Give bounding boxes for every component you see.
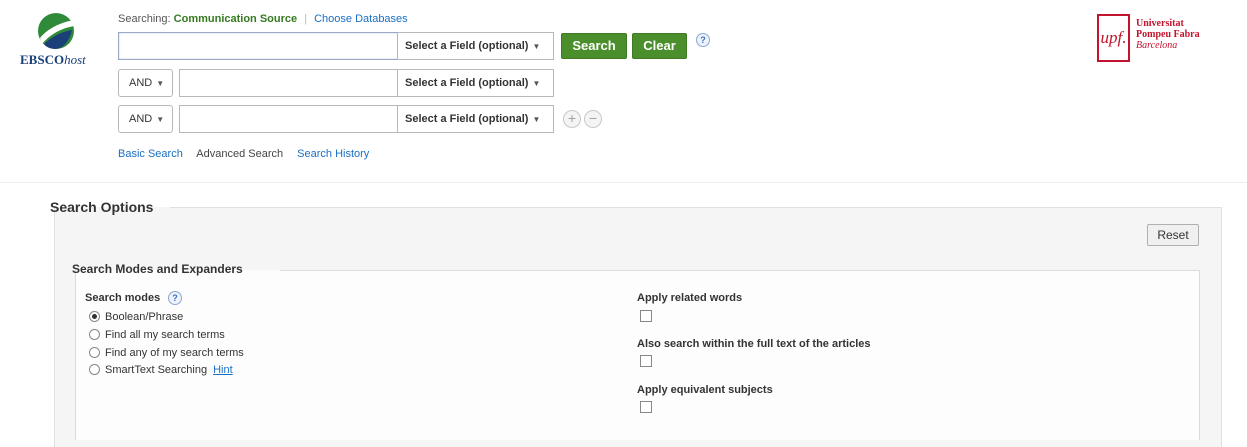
search-term-input-2[interactable] bbox=[179, 69, 398, 97]
search-options-title: Search Options bbox=[50, 199, 154, 215]
database-name: Communication Source bbox=[173, 13, 298, 25]
help-icon[interactable]: ? bbox=[696, 33, 710, 47]
institution-name-line2: Pompeu Fabra bbox=[1136, 29, 1200, 40]
add-row-button[interactable]: + bbox=[563, 110, 581, 128]
caret-down-icon: ▼ bbox=[532, 79, 541, 88]
smarttext-hint-link[interactable]: Hint bbox=[213, 364, 233, 376]
field-select-2[interactable]: Select a Field (optional) ▼ bbox=[397, 69, 554, 97]
caret-down-icon: ▼ bbox=[532, 42, 541, 51]
institution-name: Universitat Pompeu Fabra Barcelona bbox=[1136, 18, 1200, 51]
institution-name-line1: Universitat bbox=[1136, 18, 1184, 29]
expander-label-full-text: Also search within the full text of the … bbox=[637, 338, 871, 350]
field-select-label: Select a Field (optional) bbox=[405, 113, 529, 125]
clear-button[interactable]: Clear bbox=[632, 33, 687, 59]
search-term-input-3[interactable] bbox=[179, 105, 398, 133]
choose-databases-link[interactable]: Choose Databases bbox=[314, 13, 408, 25]
radio-icon[interactable] bbox=[89, 364, 100, 375]
boolean-operator-label: AND bbox=[129, 77, 153, 89]
boolean-operator-select-3[interactable]: AND ▼ bbox=[118, 105, 173, 133]
mode-option-find-all[interactable]: Find all my search terms bbox=[89, 329, 225, 343]
institution-logo: upf. Universitat Pompeu Fabra Barcelona bbox=[1097, 14, 1223, 62]
ebscohost-wordmark: EBSCOhost bbox=[20, 52, 86, 67]
ebsco-globe-icon bbox=[38, 13, 74, 49]
institution-city: Barcelona bbox=[1136, 40, 1178, 51]
search-history-link[interactable]: Search History bbox=[297, 148, 369, 160]
search-options-rule bbox=[170, 207, 1222, 208]
basic-search-link[interactable]: Basic Search bbox=[118, 148, 183, 160]
search-modes-help-icon[interactable]: ? bbox=[168, 291, 182, 305]
field-select-label: Select a Field (optional) bbox=[405, 40, 529, 52]
advanced-search-current: Advanced Search bbox=[196, 148, 284, 160]
search-mode-links: Basic Search Advanced Search Search Hist… bbox=[118, 148, 380, 160]
mode-option-smarttext[interactable]: SmartText Searching Hint bbox=[89, 364, 233, 378]
searching-label: Searching: bbox=[118, 13, 171, 25]
field-select-label: Select a Field (optional) bbox=[405, 77, 529, 89]
equivalent-subjects-checkbox[interactable] bbox=[640, 401, 652, 413]
search-modes-rule bbox=[280, 270, 1200, 271]
field-select-3[interactable]: Select a Field (optional) ▼ bbox=[397, 105, 554, 133]
full-text-checkbox[interactable] bbox=[640, 355, 652, 367]
mode-option-boolean-phrase[interactable]: Boolean/Phrase bbox=[89, 311, 183, 325]
caret-down-icon: ▼ bbox=[156, 115, 165, 124]
upf-mark: upf. bbox=[1097, 14, 1130, 62]
mode-option-label: Boolean/Phrase bbox=[105, 311, 184, 323]
expander-label-related-words: Apply related words bbox=[637, 292, 743, 304]
mode-option-label: Find any of my search terms bbox=[105, 347, 244, 359]
search-modes-label: Search modes bbox=[85, 292, 161, 304]
boolean-operator-label: AND bbox=[129, 113, 153, 125]
searching-databases-line: Searching: Communication Source | Choose… bbox=[118, 13, 408, 25]
radio-icon[interactable] bbox=[89, 347, 100, 358]
mode-option-label: SmartText Searching bbox=[105, 364, 208, 376]
radio-selected-icon[interactable] bbox=[89, 311, 100, 322]
search-button[interactable]: Search bbox=[561, 33, 627, 59]
header-divider bbox=[0, 182, 1247, 183]
field-select-1[interactable]: Select a Field (optional) ▼ bbox=[397, 32, 554, 60]
separator: | bbox=[304, 13, 308, 25]
related-words-checkbox[interactable] bbox=[640, 310, 652, 322]
boolean-operator-select-2[interactable]: AND ▼ bbox=[118, 69, 173, 97]
search-term-input-1[interactable] bbox=[118, 32, 398, 60]
search-modes-section-title: Search Modes and Expanders bbox=[72, 262, 243, 276]
remove-row-button[interactable]: − bbox=[584, 110, 602, 128]
mode-option-label: Find all my search terms bbox=[105, 329, 225, 341]
radio-icon[interactable] bbox=[89, 329, 100, 340]
reset-button[interactable]: Reset bbox=[1147, 224, 1199, 246]
mode-option-find-any[interactable]: Find any of my search terms bbox=[89, 347, 244, 361]
expander-label-equivalent-subjects: Apply equivalent subjects bbox=[637, 384, 773, 396]
caret-down-icon: ▼ bbox=[156, 79, 165, 88]
caret-down-icon: ▼ bbox=[532, 115, 541, 124]
